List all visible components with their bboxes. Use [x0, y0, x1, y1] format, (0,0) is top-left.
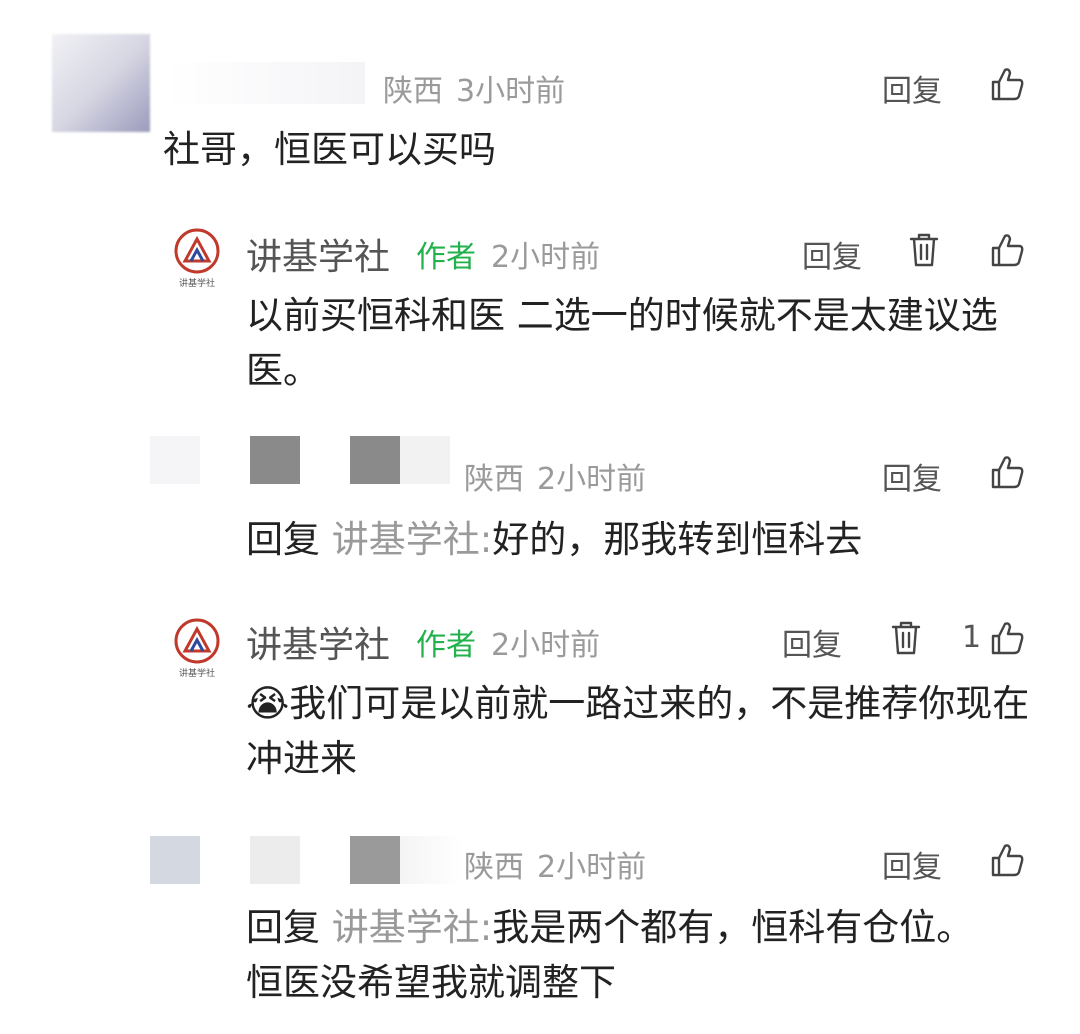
author-logo-text: 讲基学社	[178, 279, 215, 289]
thumbs-up-icon[interactable]	[987, 618, 1027, 658]
author-avatar[interactable]: 讲基学社	[172, 618, 222, 682]
trash-icon[interactable]	[886, 618, 926, 658]
comment-time: 3小时前	[456, 74, 566, 109]
reply-button[interactable]: 回复	[882, 842, 942, 886]
author-name[interactable]: 讲基学社	[246, 228, 390, 280]
author-logo-icon	[174, 618, 220, 664]
avatar-blurred[interactable]	[150, 436, 200, 484]
author-logo-text: 讲基学社	[178, 669, 215, 679]
trash-icon[interactable]	[904, 230, 944, 270]
comment-time: 2小时前	[537, 850, 647, 885]
reply-button[interactable]: 回复	[882, 66, 942, 110]
username-blurred[interactable]	[165, 62, 365, 104]
comment-text: 以前买恒科和医 二选一的时候就不是太建议选医。	[246, 294, 998, 392]
author-name[interactable]: 讲基学社	[246, 616, 390, 668]
username-blurred[interactable]	[350, 836, 400, 884]
username-blurred[interactable]	[250, 436, 300, 484]
comment-time: 2小时前	[491, 240, 601, 275]
reply-to-name[interactable]: 讲基学社:	[332, 518, 492, 561]
reply-button[interactable]: 回复	[882, 454, 942, 498]
text-blur-overlay	[430, 748, 510, 778]
thumbs-up-icon[interactable]	[987, 64, 1027, 104]
comment-location: 陕西	[383, 74, 443, 109]
reply-prefix: 回复	[246, 906, 320, 949]
thumbs-up-icon[interactable]	[987, 230, 1027, 270]
comment-text: 回复 讲基学社:好的，那我转到恒科去	[246, 512, 1036, 567]
like-count: 1	[962, 620, 982, 655]
author-logo-icon	[174, 228, 220, 274]
avatar-blurred[interactable]	[52, 34, 150, 132]
reply-text: 我们可是以前就一路过来的，不是推荐你现在冲进来	[246, 682, 1030, 780]
reply-to-name[interactable]: 讲基学社:	[332, 906, 492, 949]
username-blurred[interactable]	[350, 436, 400, 484]
comment-location: 陕西	[464, 850, 524, 885]
author-avatar[interactable]: 讲基学社	[172, 228, 222, 292]
author-tag: 作者	[416, 628, 476, 663]
comment-time: 2小时前	[491, 628, 601, 663]
comment-text: 回复 讲基学社:我是两个都有，恒科有仓位。恒医没希望我就调整下	[246, 900, 986, 1010]
thumbs-up-icon[interactable]	[987, 840, 1027, 880]
reply-prefix: 回复	[246, 518, 320, 561]
reply-button[interactable]: 回复	[802, 232, 862, 276]
reply-text: 好的，那我转到恒科去	[492, 518, 863, 561]
username-blurred[interactable]	[250, 836, 300, 884]
comment-time: 2小时前	[537, 462, 647, 497]
comment-text: 社哥，恒医可以买吗	[163, 128, 496, 171]
username-blurred[interactable]	[400, 436, 450, 484]
author-tag: 作者	[416, 240, 476, 275]
crying-emoji-icon: 😭	[246, 682, 290, 725]
avatar-blurred[interactable]	[150, 836, 200, 884]
reply-button[interactable]: 回复	[782, 620, 842, 664]
thumbs-up-icon[interactable]	[987, 452, 1027, 492]
comment-location: 陕西	[464, 462, 524, 497]
username-blurred[interactable]	[400, 836, 464, 884]
comment-text: 😭我们可是以前就一路过来的，不是推荐你现在冲进来	[246, 676, 1036, 786]
